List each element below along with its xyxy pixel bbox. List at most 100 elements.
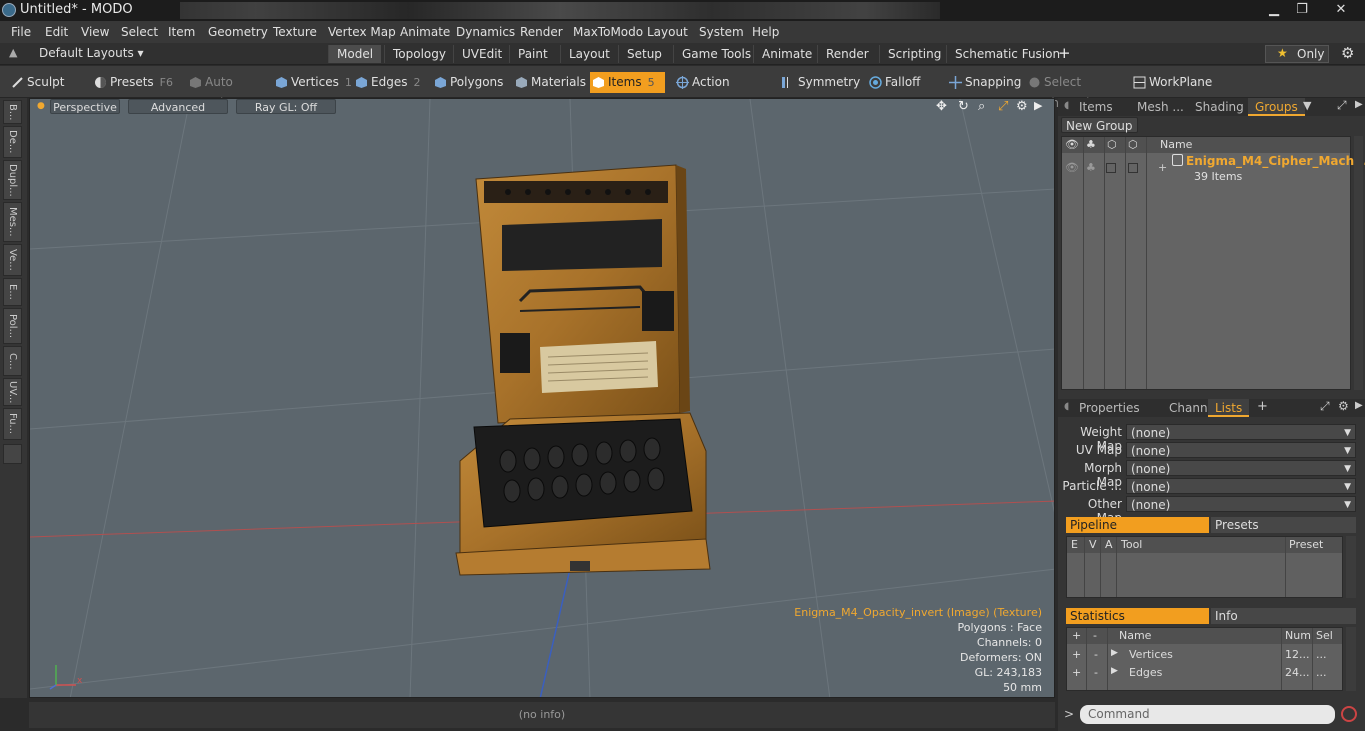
snapping-button[interactable]: Snapping: [947, 72, 1021, 93]
tab-model[interactable]: Model: [328, 45, 382, 63]
polygons-button[interactable]: Polygons: [432, 72, 504, 93]
row-eye-icon[interactable]: 👁: [1065, 161, 1079, 174]
menu-layout[interactable]: Layout: [647, 25, 688, 39]
left-tab-curve[interactable]: C...: [3, 346, 22, 376]
close-button[interactable]: ✕: [1326, 0, 1356, 20]
perspective-dropdown[interactable]: Perspective: [50, 99, 120, 114]
left-tab-deform[interactable]: De...: [3, 126, 22, 158]
command-input[interactable]: Command: [1080, 705, 1335, 724]
expand-arrow-icon[interactable]: ▶: [1111, 648, 1118, 658]
row-select-checkbox[interactable]: [1128, 163, 1138, 173]
workplane-button[interactable]: WorkPlane: [1131, 72, 1213, 93]
expand-props-icon[interactable]: ⤢: [1320, 399, 1330, 414]
fit-view-icon[interactable]: ⤢: [998, 99, 1008, 114]
left-tab-more[interactable]: [3, 444, 22, 464]
presets-button[interactable]: Presets F6: [92, 72, 173, 93]
select-through-button[interactable]: Select Through: [1026, 72, 1122, 110]
particle-dropdown[interactable]: (none) ▼: [1126, 478, 1356, 494]
raygl-dropdown[interactable]: Ray GL: Off: [236, 99, 336, 114]
menu-file[interactable]: File: [11, 25, 31, 39]
menu-texture[interactable]: Texture: [273, 25, 317, 39]
maximize-button[interactable]: ❐: [1289, 0, 1315, 20]
edges-button[interactable]: Edges 2: [353, 72, 425, 93]
enigma-model-render[interactable]: [440, 161, 740, 581]
tab-render[interactable]: Render: [817, 45, 877, 63]
left-tab-fusion[interactable]: Fu...: [3, 408, 22, 440]
materials-button[interactable]: Materials: [513, 72, 587, 93]
sculpt-button[interactable]: Sculpt: [9, 72, 83, 93]
add-tab-button[interactable]: +: [1058, 44, 1071, 62]
auto-select-button[interactable]: Auto Select: [187, 72, 267, 110]
new-group-button[interactable]: New Group: [1061, 117, 1138, 133]
left-tab-basic[interactable]: B...: [3, 100, 22, 124]
tab-paint[interactable]: Paint: [509, 45, 556, 63]
group-name[interactable]: Enigma_M4_Cipher_Mach...: [1186, 154, 1365, 168]
symmetry-button[interactable]: Symmetry: [777, 72, 860, 93]
items-button[interactable]: Items 5: [590, 72, 665, 93]
tab-shading[interactable]: Shading: [1188, 98, 1251, 116]
tab-groups[interactable]: Groups: [1248, 98, 1305, 116]
tab-scripting[interactable]: Scripting: [879, 45, 949, 63]
move-view-icon[interactable]: ✥: [936, 99, 947, 114]
vertices-button[interactable]: Vertices 1: [273, 72, 352, 93]
expand-arrow-icon[interactable]: ▶: [1111, 666, 1118, 676]
left-tab-polygon[interactable]: Pol...: [3, 308, 22, 344]
info-tab[interactable]: Info: [1211, 608, 1356, 624]
left-tab-edge[interactable]: E...: [3, 278, 22, 306]
tab-schematic-fusion[interactable]: Schematic Fusion: [946, 45, 1068, 63]
advanced-dropdown[interactable]: Advanced: [128, 99, 228, 114]
menu-edit[interactable]: Edit: [45, 25, 68, 39]
rotate-view-icon[interactable]: ↻: [958, 99, 969, 114]
tab-game-tools[interactable]: Game Tools: [673, 45, 759, 63]
menu-system[interactable]: System: [699, 25, 744, 39]
tab-setup[interactable]: Setup: [618, 45, 670, 63]
3d-viewport[interactable]: Perspective Advanced Ray GL: Off ● ✥ ↻ ⌕…: [29, 98, 1055, 698]
menu-dynamics[interactable]: Dynamics: [456, 25, 515, 39]
other-map-dropdown[interactable]: (none) ▼: [1126, 496, 1356, 512]
tab-properties[interactable]: Properties: [1072, 399, 1147, 417]
pipeline-tab[interactable]: Pipeline: [1066, 517, 1209, 533]
tabs-dropdown-icon[interactable]: ▼: [1303, 99, 1311, 112]
props-menu-icon[interactable]: ▶: [1355, 400, 1363, 411]
tab-topology[interactable]: Topology: [384, 45, 454, 63]
add-tab-icon[interactable]: +: [1257, 399, 1268, 414]
statistics-tab[interactable]: Statistics: [1066, 608, 1209, 624]
tab-mesh[interactable]: Mesh ...: [1130, 98, 1191, 116]
zoom-icon[interactable]: ⌕: [978, 99, 985, 114]
left-tab-duplicate[interactable]: Dupl...: [3, 160, 22, 200]
menu-render[interactable]: Render: [520, 25, 563, 39]
viewport-settings-icon[interactable]: ⚙: [1016, 99, 1028, 114]
panel-menu-icon[interactable]: ▶: [1355, 99, 1363, 110]
group-row[interactable]: 👁 ♣ + Enigma_M4_Cipher_Mach... 39 Items: [1062, 153, 1365, 187]
only-toggle[interactable]: ★ Only: [1265, 45, 1329, 63]
default-layouts-dropdown[interactable]: Default Layouts ▾: [39, 46, 144, 60]
falloff-button[interactable]: Falloff: [867, 72, 937, 93]
tab-uvedit[interactable]: UVEdit: [453, 45, 510, 63]
left-tab-uv[interactable]: UV...: [3, 378, 22, 406]
presets-tab[interactable]: Presets: [1211, 517, 1356, 533]
left-tab-mesh-edit[interactable]: Mes...: [3, 202, 22, 242]
viewport-menu-icon[interactable]: ▶: [1034, 99, 1042, 112]
statistics-scrollbar[interactable]: [1346, 627, 1356, 691]
action-center-button[interactable]: Action Center: [674, 72, 766, 110]
uv-map-dropdown[interactable]: (none) ▼: [1126, 442, 1356, 458]
tab-lists[interactable]: Lists: [1208, 399, 1250, 417]
pipeline-scrollbar[interactable]: [1346, 536, 1356, 598]
menu-vertex-map[interactable]: Vertex Map: [328, 25, 396, 39]
left-tab-vertex[interactable]: Ve...: [3, 244, 22, 276]
menu-animate[interactable]: Animate: [400, 25, 450, 39]
tab-layout[interactable]: Layout: [560, 45, 618, 63]
menu-item[interactable]: Item: [168, 25, 195, 39]
row-render-icon[interactable]: ♣: [1086, 161, 1096, 174]
weight-map-dropdown[interactable]: (none) ▼: [1126, 424, 1356, 440]
stat-row-vertices[interactable]: + - ▶ Vertices 12... ...: [1067, 646, 1342, 664]
record-icon[interactable]: [1341, 706, 1357, 722]
minimize-button[interactable]: ▁: [1261, 0, 1287, 20]
menu-geometry[interactable]: Geometry: [208, 25, 268, 39]
menu-help[interactable]: Help: [752, 25, 779, 39]
props-gear-icon[interactable]: ⚙: [1338, 399, 1349, 413]
menu-view[interactable]: View: [81, 25, 109, 39]
expand-group-icon[interactable]: +: [1158, 161, 1167, 174]
tab-items[interactable]: Items: [1072, 98, 1120, 116]
menu-select[interactable]: Select: [121, 25, 158, 39]
